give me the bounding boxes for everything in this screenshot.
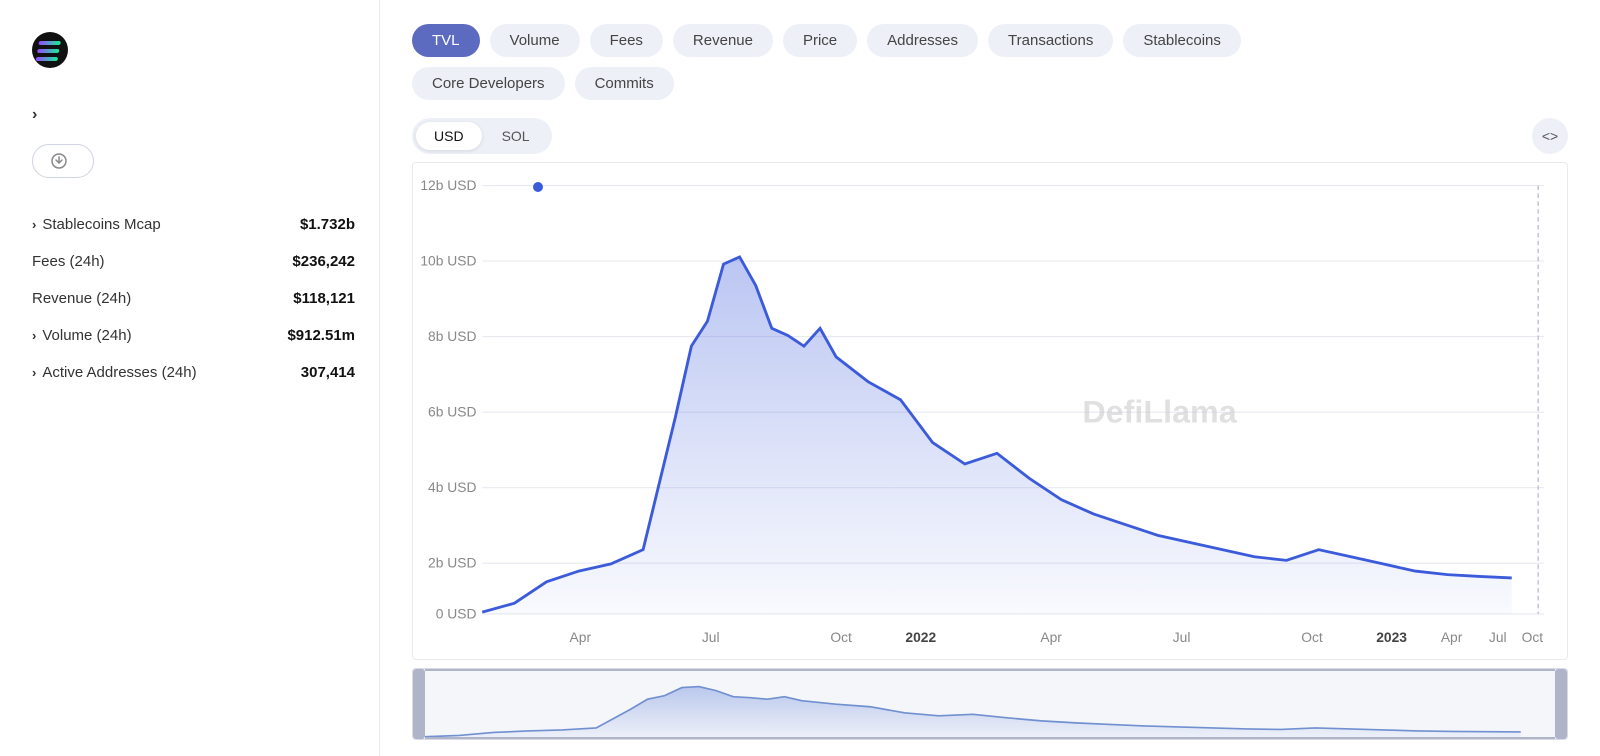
svg-text:6b USD: 6b USD — [428, 405, 477, 420]
stat-label-text: Stablecoins Mcap — [42, 216, 160, 233]
tooltip-dot-icon — [533, 182, 543, 192]
svg-text:Apr: Apr — [1441, 630, 1463, 645]
minimap-handle-left[interactable] — [413, 669, 425, 739]
download-icon — [51, 153, 67, 169]
svg-text:Apr: Apr — [570, 630, 592, 645]
svg-text:8b USD: 8b USD — [428, 329, 477, 344]
svg-text:Jul: Jul — [1173, 630, 1191, 645]
minimap-inner — [425, 669, 1555, 739]
svg-text:4b USD: 4b USD — [428, 480, 477, 495]
svg-text:Oct: Oct — [830, 630, 852, 645]
svg-text:0 USD: 0 USD — [436, 607, 477, 622]
currency-embed-row: USDSOL <> — [412, 118, 1568, 154]
main-content: TVL Volume Fees Revenue Price Addresses Transa… — [380, 0, 1600, 756]
stat-row: Fees (24h) $236,242 — [32, 243, 355, 280]
tab-core_devs[interactable]: Core Developers — [412, 67, 565, 100]
stats-list: › Stablecoins Mcap $1.732b Fees (24h) $2… — [32, 206, 355, 391]
svg-text:10b USD: 10b USD — [420, 254, 476, 269]
svg-text:12b USD: 12b USD — [420, 178, 476, 193]
stat-row: Revenue (24h) $118,121 — [32, 280, 355, 317]
svg-text:2b USD: 2b USD — [428, 556, 477, 571]
tab-revenue[interactable]: Revenue — [673, 24, 773, 57]
tabs-row2: Core Developers Commits — [412, 67, 1568, 100]
stat-label-0: › Stablecoins Mcap — [32, 216, 161, 233]
stat-label-text: Revenue (24h) — [32, 290, 131, 307]
svg-text:Apr: Apr — [1040, 630, 1062, 645]
stat-label-text: Volume (24h) — [42, 327, 131, 344]
chart-tooltip — [533, 175, 565, 194]
stat-value-4: 307,414 — [301, 364, 355, 381]
watermark-text: DefiLlama — [1082, 394, 1237, 430]
tab-tvl[interactable]: TVL — [412, 24, 480, 57]
chevron-icon: › — [32, 217, 36, 232]
currency-tabs: USDSOL — [412, 118, 552, 154]
tvl-chevron-icon: › — [32, 106, 37, 124]
stat-label-text: Active Addresses (24h) — [42, 364, 196, 381]
embed-icon: <> — [1542, 128, 1558, 144]
tab-commits[interactable]: Commits — [575, 67, 674, 100]
svg-text:2023: 2023 — [1376, 630, 1407, 645]
stat-label-4: › Active Addresses (24h) — [32, 364, 197, 381]
chart-container: DefiLlama Apr Jul Oct 2022 Apr Jul Oct 2… — [412, 162, 1568, 660]
stat-row[interactable]: › Active Addresses (24h) 307,414 — [32, 354, 355, 391]
csv-download-button[interactable] — [32, 144, 94, 178]
sidebar: › › Stablecoins Mcap $1.732b Fees (24h) … — [0, 0, 380, 756]
svg-text:Jul: Jul — [1489, 630, 1507, 645]
chevron-icon: › — [32, 328, 36, 343]
minimap[interactable] — [412, 668, 1568, 740]
tab-fees[interactable]: Fees — [590, 24, 663, 57]
tab-volume[interactable]: Volume — [490, 24, 580, 57]
svg-text:Oct: Oct — [1301, 630, 1323, 645]
minimap-handle-right[interactable] — [1555, 669, 1567, 739]
chevron-icon: › — [32, 365, 36, 380]
currency-tab-sol[interactable]: SOL — [484, 122, 548, 150]
svg-text:2022: 2022 — [905, 630, 936, 645]
tab-stablecoins[interactable]: Stablecoins — [1123, 24, 1241, 57]
stat-label-2: Revenue (24h) — [32, 290, 131, 307]
stat-label-text: Fees (24h) — [32, 253, 105, 270]
solana-logo-icon — [32, 32, 68, 68]
stat-row[interactable]: › Volume (24h) $912.51m — [32, 317, 355, 354]
tabs-row1: TVL Volume Fees Revenue Price Addresses Transa… — [412, 24, 1568, 57]
stat-value-1: $236,242 — [292, 253, 355, 270]
stat-label-3: › Volume (24h) — [32, 327, 132, 344]
svg-text:Jul: Jul — [702, 630, 720, 645]
tooltip-metric-row — [533, 179, 565, 194]
embed-button[interactable]: <> — [1532, 118, 1568, 154]
stat-value-2: $118,121 — [293, 290, 355, 307]
currency-tab-usd[interactable]: USD — [416, 122, 482, 150]
stat-value-0: $1.732b — [300, 216, 355, 233]
tab-addresses[interactable]: Addresses — [867, 24, 978, 57]
minimap-chart — [425, 671, 1555, 737]
stat-label-1: Fees (24h) — [32, 253, 105, 270]
tvl-value-row: › — [32, 106, 355, 124]
stat-value-3: $912.51m — [287, 327, 355, 344]
tab-transactions[interactable]: Transactions — [988, 24, 1113, 57]
brand — [32, 32, 355, 68]
svg-text:Oct: Oct — [1522, 630, 1544, 645]
stat-row[interactable]: › Stablecoins Mcap $1.732b — [32, 206, 355, 243]
tab-price[interactable]: Price — [783, 24, 857, 57]
tvl-chart: DefiLlama Apr Jul Oct 2022 Apr Jul Oct 2… — [413, 163, 1567, 659]
